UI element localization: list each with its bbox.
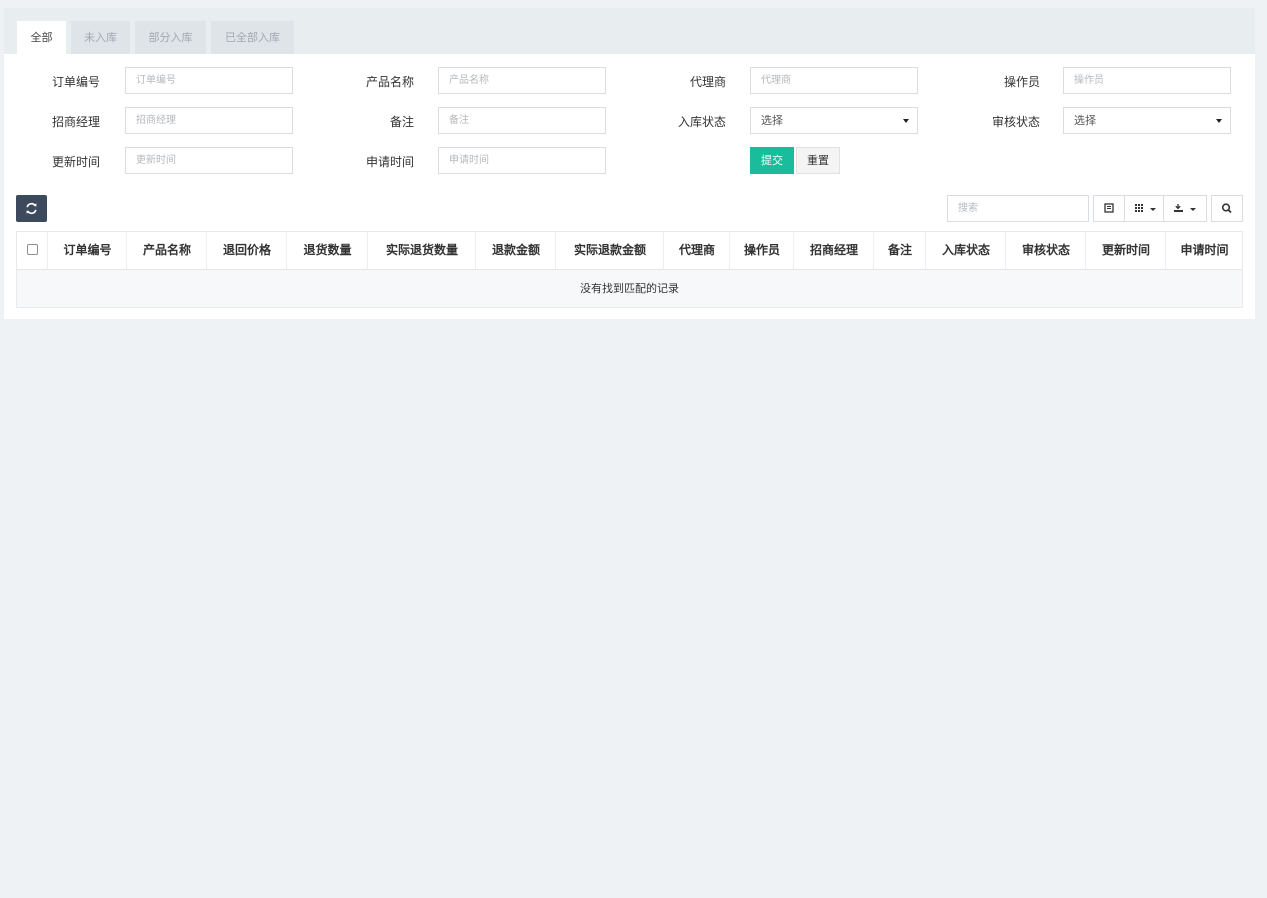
table-search-input[interactable] xyxy=(947,195,1089,222)
tab-all[interactable]: 全部 xyxy=(17,21,66,54)
order-no-input[interactable] xyxy=(125,67,293,94)
manager-input[interactable] xyxy=(125,107,293,134)
column-header[interactable]: 操作员 xyxy=(729,232,794,269)
operator-input[interactable] xyxy=(1063,67,1231,94)
records-table: 订单编号 产品名称 退回价格 退货数量 实际退货数量 退款金额 实际退款金额 代… xyxy=(16,231,1243,308)
column-header[interactable]: 申请时间 xyxy=(1165,232,1243,269)
chevron-down-icon xyxy=(1190,208,1196,211)
update-time-label: 更新时间 xyxy=(51,155,100,169)
chevron-down-icon xyxy=(1216,119,1222,123)
update-time-input[interactable] xyxy=(125,147,293,174)
main-panel: 全部 未入库 部分入库 已全部入库 订单编号 产品名称 代理商 操作员 招商经理… xyxy=(4,8,1255,319)
stock-status-label: 入库状态 xyxy=(677,115,726,129)
agent-input[interactable] xyxy=(750,67,918,94)
column-header[interactable]: 招商经理 xyxy=(793,232,874,269)
column-header[interactable]: 入库状态 xyxy=(925,232,1006,269)
chevron-down-icon xyxy=(1150,208,1156,211)
manager-label: 招商经理 xyxy=(51,115,100,129)
column-header[interactable]: 更新时间 xyxy=(1085,232,1166,269)
tab-partially-stocked[interactable]: 部分入库 xyxy=(135,21,206,54)
stock-status-select[interactable]: 选择 xyxy=(750,107,918,134)
column-header[interactable]: 备注 xyxy=(873,232,926,269)
column-header[interactable]: 代理商 xyxy=(663,232,730,269)
toggle-view-button[interactable] xyxy=(1093,195,1125,222)
select-all-cell xyxy=(17,232,47,269)
list-view-icon xyxy=(1104,203,1114,213)
column-header[interactable]: 产品名称 xyxy=(126,232,207,269)
remark-input[interactable] xyxy=(438,107,606,134)
tab-fully-stocked[interactable]: 已全部入库 xyxy=(211,21,294,54)
stock-status-value: 选择 xyxy=(761,114,783,127)
order-no-label: 订单编号 xyxy=(51,75,100,89)
agent-label: 代理商 xyxy=(689,75,726,89)
columns-button[interactable] xyxy=(1124,195,1164,222)
table-header: 订单编号 产品名称 退回价格 退货数量 实际退货数量 退款金额 实际退款金额 代… xyxy=(17,232,1242,270)
column-header[interactable]: 退回价格 xyxy=(206,232,287,269)
audit-status-value: 选择 xyxy=(1074,114,1096,127)
refresh-icon xyxy=(26,202,37,215)
operator-label: 操作员 xyxy=(1003,75,1040,89)
chevron-down-icon xyxy=(903,119,909,123)
audit-status-label: 审核状态 xyxy=(991,115,1040,129)
product-name-input[interactable] xyxy=(438,67,606,94)
remark-label: 备注 xyxy=(389,115,414,129)
apply-time-input[interactable] xyxy=(438,147,606,174)
tab-bar: 全部 未入库 部分入库 已全部入库 xyxy=(4,8,1255,54)
export-button[interactable] xyxy=(1163,195,1207,222)
column-header[interactable]: 实际退货数量 xyxy=(367,232,476,269)
submit-button[interactable]: 提交 xyxy=(750,147,794,174)
search-icon xyxy=(1221,203,1232,214)
download-icon xyxy=(1174,204,1183,212)
empty-state-row: 没有找到匹配的记录 xyxy=(17,270,1242,307)
advanced-search-button[interactable] xyxy=(1211,195,1243,222)
column-header[interactable]: 退款金额 xyxy=(475,232,556,269)
apply-time-label: 申请时间 xyxy=(365,155,414,169)
reset-button[interactable]: 重置 xyxy=(796,147,840,174)
grid-icon xyxy=(1135,204,1143,212)
column-header[interactable]: 实际退款金额 xyxy=(555,232,664,269)
tab-not-stocked[interactable]: 未入库 xyxy=(71,21,130,54)
product-name-label: 产品名称 xyxy=(365,75,414,89)
audit-status-select[interactable]: 选择 xyxy=(1063,107,1231,134)
column-header[interactable]: 订单编号 xyxy=(47,232,127,269)
select-all-checkbox[interactable] xyxy=(27,244,38,255)
column-header[interactable]: 退货数量 xyxy=(286,232,368,269)
refresh-button[interactable] xyxy=(16,195,47,222)
column-header[interactable]: 审核状态 xyxy=(1005,232,1086,269)
